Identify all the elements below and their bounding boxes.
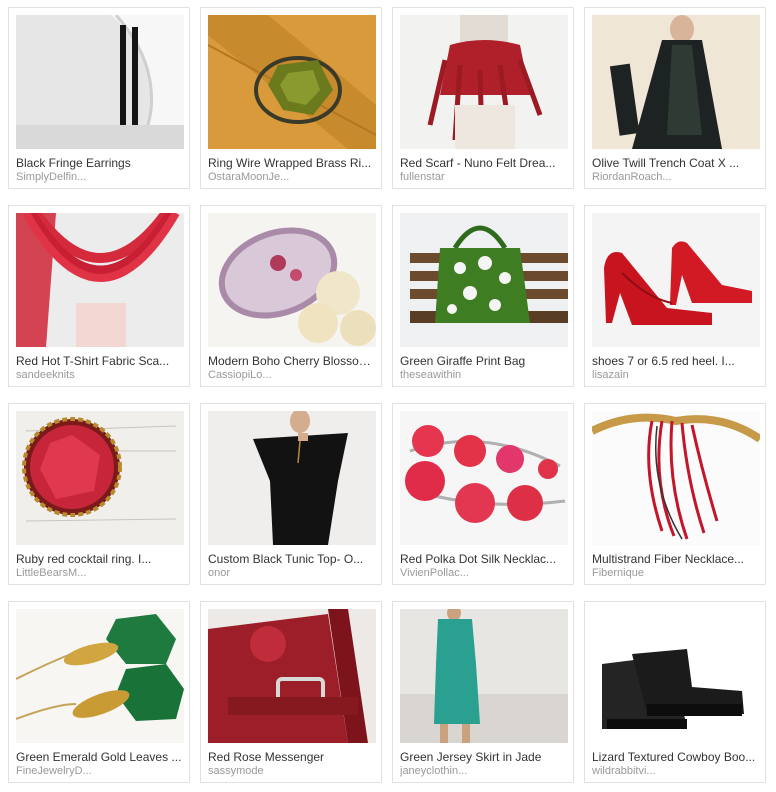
item-title[interactable]: Ring Wire Wrapped Brass Ri...: [208, 156, 376, 170]
item-card[interactable]: Olive Twill Trench Coat X ... RiordanRoa…: [584, 7, 766, 189]
item-shop[interactable]: SimplyDelfin...: [16, 171, 184, 183]
item-thumbnail[interactable]: [592, 213, 760, 347]
item-thumbnail[interactable]: [16, 15, 184, 149]
item-thumbnail[interactable]: [592, 15, 760, 149]
item-title[interactable]: Black Fringe Earrings: [16, 156, 184, 170]
item-card[interactable]: Ring Wire Wrapped Brass Ri... OstaraMoon…: [200, 7, 382, 189]
item-thumbnail[interactable]: [400, 411, 568, 545]
item-thumbnail[interactable]: [208, 15, 376, 149]
item-card[interactable]: Red Scarf - Nuno Felt Drea... fullenstar: [392, 7, 574, 189]
item-shop[interactable]: fullenstar: [400, 171, 568, 183]
item-title[interactable]: Multistrand Fiber Necklace...: [592, 552, 760, 566]
item-thumbnail[interactable]: [208, 609, 376, 743]
item-shop[interactable]: LittleBearsM...: [16, 567, 184, 579]
item-shop[interactable]: theseawithin: [400, 369, 568, 381]
item-shop[interactable]: sandeeknits: [16, 369, 184, 381]
item-card[interactable]: Green Jersey Skirt in Jade janeyclothin.…: [392, 601, 574, 783]
item-title[interactable]: Green Emerald Gold Leaves ...: [16, 750, 184, 764]
item-card[interactable]: Black Fringe Earrings SimplyDelfin...: [8, 7, 190, 189]
item-card[interactable]: Modern Boho Cherry Blossom... CassiopiLo…: [200, 205, 382, 387]
item-title[interactable]: Green Giraffe Print Bag: [400, 354, 568, 368]
item-title[interactable]: Red Hot T-Shirt Fabric Sca...: [16, 354, 184, 368]
item-title[interactable]: Red Polka Dot Silk Necklac...: [400, 552, 568, 566]
item-shop[interactable]: CassiopiLo...: [208, 369, 376, 381]
item-thumbnail[interactable]: [208, 213, 376, 347]
item-card[interactable]: Ruby red cocktail ring. I... LittleBears…: [8, 403, 190, 585]
item-card[interactable]: Red Hot T-Shirt Fabric Sca... sandeeknit…: [8, 205, 190, 387]
item-title[interactable]: Olive Twill Trench Coat X ...: [592, 156, 760, 170]
item-card[interactable]: Green Giraffe Print Bag theseawithin: [392, 205, 574, 387]
item-shop[interactable]: onor: [208, 567, 376, 579]
item-title[interactable]: Green Jersey Skirt in Jade: [400, 750, 568, 764]
item-title[interactable]: Red Scarf - Nuno Felt Drea...: [400, 156, 568, 170]
item-shop[interactable]: lisazain: [592, 369, 760, 381]
item-thumbnail[interactable]: [400, 609, 568, 743]
item-card[interactable]: Red Polka Dot Silk Necklac... VivienPoll…: [392, 403, 574, 585]
item-title[interactable]: Red Rose Messenger: [208, 750, 376, 764]
item-card[interactable]: Green Emerald Gold Leaves ... FineJewelr…: [8, 601, 190, 783]
item-thumbnail[interactable]: [16, 213, 184, 347]
item-card[interactable]: shoes 7 or 6.5 red heel. I... lisazain: [584, 205, 766, 387]
item-shop[interactable]: RiordanRoach...: [592, 171, 760, 183]
item-title[interactable]: Modern Boho Cherry Blossom...: [208, 354, 376, 368]
item-thumbnail[interactable]: [592, 609, 760, 743]
item-shop[interactable]: janeyclothin...: [400, 765, 568, 777]
item-title[interactable]: Ruby red cocktail ring. I...: [16, 552, 184, 566]
item-thumbnail[interactable]: [400, 15, 568, 149]
item-shop[interactable]: VivienPollac...: [400, 567, 568, 579]
item-thumbnail[interactable]: [208, 411, 376, 545]
item-thumbnail[interactable]: [400, 213, 568, 347]
item-thumbnail[interactable]: [16, 411, 184, 545]
item-shop[interactable]: Fibernique: [592, 567, 760, 579]
item-title[interactable]: Custom Black Tunic Top- O...: [208, 552, 376, 566]
item-thumbnail[interactable]: [16, 609, 184, 743]
treasury-grid: Black Fringe Earrings SimplyDelfin... Ri…: [0, 0, 776, 792]
item-card[interactable]: Lizard Textured Cowboy Boo... wildrabbit…: [584, 601, 766, 783]
item-title[interactable]: shoes 7 or 6.5 red heel. I...: [592, 354, 760, 368]
item-shop[interactable]: sassymode: [208, 765, 376, 777]
item-thumbnail[interactable]: [592, 411, 760, 545]
item-card[interactable]: Red Rose Messenger sassymode: [200, 601, 382, 783]
item-title[interactable]: Lizard Textured Cowboy Boo...: [592, 750, 760, 764]
item-shop[interactable]: FineJewelryD...: [16, 765, 184, 777]
item-shop[interactable]: OstaraMoonJe...: [208, 171, 376, 183]
item-card[interactable]: Multistrand Fiber Necklace... Fibernique: [584, 403, 766, 585]
item-card[interactable]: Custom Black Tunic Top- O... onor: [200, 403, 382, 585]
item-shop[interactable]: wildrabbitvi...: [592, 765, 760, 777]
